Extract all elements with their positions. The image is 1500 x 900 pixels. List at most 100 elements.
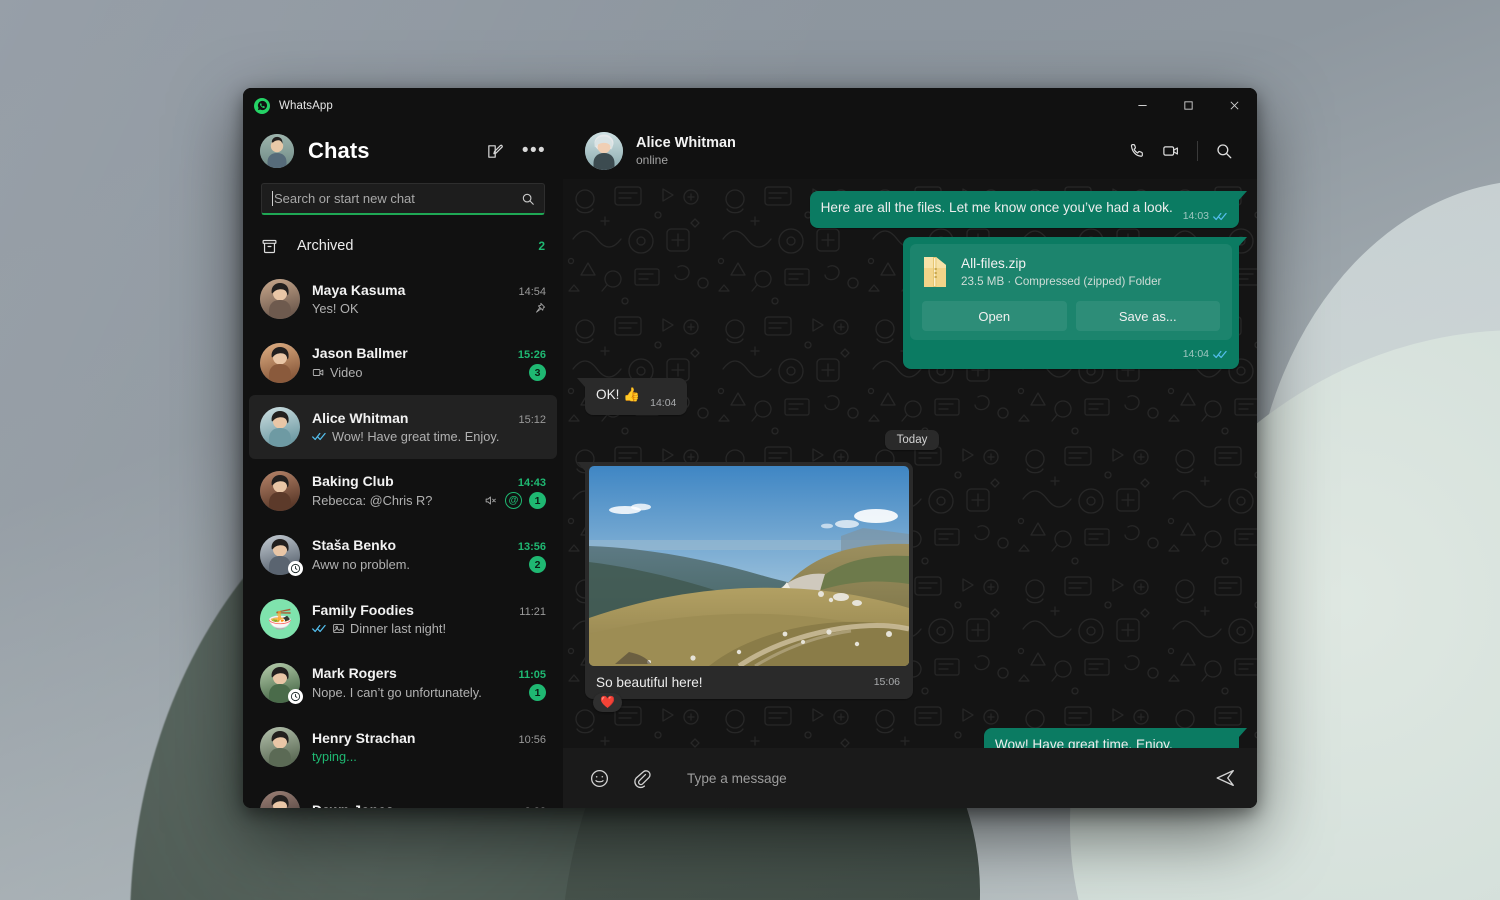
- emoji-icon[interactable]: [585, 764, 613, 792]
- mention-badge: @: [505, 492, 522, 509]
- image-message-bubble[interactable]: So beautiful here!15:06❤️: [585, 462, 913, 699]
- message-bubble[interactable]: Wow! Have great time. Enjoy.15:12: [984, 728, 1239, 748]
- message-text: OK! 👍: [596, 387, 640, 402]
- chat-item-time: 15:26: [512, 349, 546, 361]
- phone-icon[interactable]: [1120, 134, 1154, 168]
- message-time: 14:04: [650, 394, 676, 413]
- close-icon[interactable]: [1211, 88, 1257, 123]
- message-time: 14:04: [1183, 345, 1209, 364]
- chat-item-meta: 3: [529, 364, 546, 381]
- file-info: All-files.zip 23.5 MB · Compressed (zippe…: [922, 255, 1220, 289]
- save-as-button[interactable]: Save as...: [1076, 301, 1221, 331]
- chat-panel: Alice Whitman online: [563, 88, 1257, 808]
- status-ring-icon: [288, 561, 303, 576]
- message-input[interactable]: Type a message: [669, 771, 1197, 786]
- chat-item-preview: Yes! OK: [312, 301, 528, 316]
- chat-item-body: Henry Strachan10:56typing...: [300, 730, 546, 764]
- chat-item-name: Maya Kasuma: [312, 282, 512, 298]
- message-list: Here are all the files. Let me know once…: [563, 179, 1257, 748]
- chat-item-body: Baking Club14:43Rebecca: @Chris R?@1: [300, 473, 546, 509]
- maximize-icon[interactable]: [1165, 88, 1211, 123]
- message-composer: Type a message: [563, 748, 1257, 808]
- chat-item-meta: 2: [529, 556, 546, 573]
- more-options-icon[interactable]: •••: [521, 138, 547, 164]
- chat-list-item[interactable]: Staša Benko13:56Aww no problem.2: [249, 523, 557, 587]
- chat-list[interactable]: Archived 2 Maya Kasuma14:54Yes! OKJason …: [243, 215, 563, 808]
- minimize-icon[interactable]: [1119, 88, 1165, 123]
- chat-list-item[interactable]: Jason Ballmer15:26Video3: [249, 331, 557, 395]
- page-title: Chats: [308, 138, 467, 164]
- avatar: [260, 727, 300, 767]
- sidebar-item-archived[interactable]: Archived 2: [249, 225, 557, 267]
- chat-item-time: 15:12: [512, 414, 546, 426]
- contact-name: Alice Whitman: [636, 135, 1120, 151]
- message-bubble[interactable]: OK! 👍 14:04: [585, 378, 687, 415]
- header-divider: [1197, 141, 1198, 161]
- read-receipt-icon: [1213, 211, 1228, 222]
- chat-list-item[interactable]: 🍜Family Foodies11:21Dinner last night!: [249, 587, 557, 651]
- compose-icon[interactable]: [481, 138, 507, 164]
- preview-text: Yes! OK: [312, 301, 358, 316]
- sidebar: WhatsApp Cha: [243, 88, 563, 808]
- search-icon[interactable]: [521, 192, 535, 206]
- archived-label: Archived: [295, 238, 538, 254]
- chat-item-name: Family Foodies: [312, 602, 513, 618]
- avatar: [260, 535, 300, 575]
- avatar: [260, 343, 300, 383]
- window-controls: [563, 88, 1257, 123]
- chat-list-item[interactable]: Dawn Jones8:32: [249, 779, 557, 808]
- file-meta: 23.5 MB · Compressed (zipped) Folder: [961, 274, 1161, 289]
- photo-icon: [332, 622, 345, 635]
- chat-list-item[interactable]: Mark Rogers11:05Nope. I can’t go unfortu…: [249, 651, 557, 715]
- open-file-button[interactable]: Open: [922, 301, 1067, 331]
- message-row: So beautiful here!15:06❤️: [585, 462, 1239, 719]
- chat-item-body: Staša Benko13:56Aww no problem.2: [300, 537, 546, 573]
- message-bubble[interactable]: Here are all the files. Let me know once…: [810, 191, 1239, 228]
- chat-item-time: 14:54: [512, 286, 546, 298]
- preview-text: Wow! Have great time. Enjoy.: [332, 429, 499, 444]
- search-icon[interactable]: [1207, 134, 1241, 168]
- chat-list-item[interactable]: Henry Strachan10:56typing...: [249, 715, 557, 779]
- paperclip-icon[interactable]: [627, 764, 655, 792]
- svg-text:🍜: 🍜: [268, 608, 293, 631]
- preview-text: Nope. I can’t go unfortunately.: [312, 685, 482, 700]
- chat-item-name: Baking Club: [312, 473, 512, 489]
- chat-item-preview: Dinner last night!: [312, 621, 541, 636]
- video-camera-icon[interactable]: [1154, 134, 1188, 168]
- preview-text: Dinner last night!: [350, 621, 446, 636]
- message-meta: 15:12: [1183, 744, 1228, 748]
- search-input[interactable]: Search or start new chat: [261, 183, 545, 215]
- preview-text: Video: [330, 365, 363, 380]
- avatar: [260, 407, 300, 447]
- chat-item-body: Dawn Jones8:32: [300, 802, 546, 809]
- contact-avatar[interactable]: [585, 132, 623, 170]
- image-message-wrapper: So beautiful here!15:06❤️: [585, 462, 913, 699]
- search-placeholder: Search or start new chat: [274, 191, 521, 206]
- date-divider: Today: [585, 430, 1239, 450]
- zip-folder-icon: [922, 256, 948, 288]
- message-area[interactable]: Here are all the files. Let me know once…: [563, 179, 1257, 748]
- reaction-badge[interactable]: ❤️: [593, 693, 622, 712]
- message-meta: 14:03: [1183, 207, 1228, 226]
- image-caption-row: So beautiful here!15:06: [589, 666, 909, 695]
- file-name: All-files.zip: [961, 255, 1161, 272]
- chat-list-item[interactable]: Baking Club14:43Rebecca: @Chris R?@1: [249, 459, 557, 523]
- chat-item-time: 8:32: [519, 806, 546, 809]
- search-caret: [272, 191, 273, 206]
- read-receipt-icon: [312, 431, 327, 442]
- message-time: 14:03: [1183, 207, 1209, 226]
- profile-avatar[interactable]: [260, 134, 294, 168]
- chat-list-item[interactable]: Maya Kasuma14:54 Yes! OK: [249, 267, 557, 331]
- message-row: Here are all the files. Let me know once…: [585, 191, 1239, 228]
- file-message-meta: 14:04: [910, 340, 1232, 365]
- chat-item-meta: [533, 302, 546, 315]
- window-titlebar-left: WhatsApp: [243, 88, 563, 123]
- message-text: Here are all the files. Let me know once…: [821, 200, 1173, 215]
- file-message-bubble[interactable]: All-files.zip 23.5 MB · Compressed (zippe…: [903, 237, 1239, 369]
- message-row: All-files.zip 23.5 MB · Compressed (zippe…: [585, 237, 1239, 369]
- photo-attachment[interactable]: [589, 466, 909, 666]
- chat-list-item[interactable]: Alice Whitman15:12Wow! Have great time. …: [249, 395, 557, 459]
- send-icon[interactable]: [1211, 764, 1239, 792]
- app-title: WhatsApp: [279, 100, 333, 112]
- whatsapp-logo-icon: [254, 98, 270, 114]
